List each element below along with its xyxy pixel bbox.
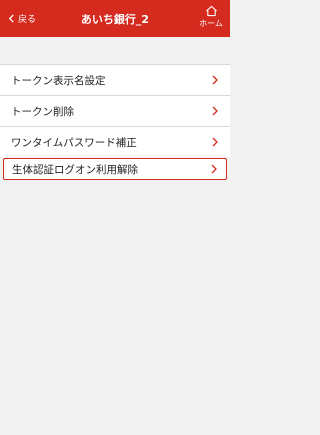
- back-button[interactable]: 戻る: [8, 0, 36, 37]
- home-label: ホーム: [199, 19, 223, 28]
- chevron-right-icon: [211, 164, 217, 174]
- menu-item-biometric-logon-release[interactable]: 生体認証ログオン利用解除: [3, 158, 227, 180]
- chevron-left-icon: [8, 14, 14, 23]
- menu-item-token-display-name[interactable]: トークン表示名設定: [0, 64, 230, 95]
- back-label: 戻る: [18, 15, 37, 25]
- chevron-right-icon: [212, 137, 218, 147]
- chevron-right-icon: [212, 106, 218, 116]
- menu-item-label: 生体認証ログオン利用解除: [12, 163, 138, 176]
- menu-item-label: ワンタイムパスワード補正: [11, 136, 137, 149]
- home-icon: [205, 5, 217, 17]
- menu-item-token-delete[interactable]: トークン削除: [0, 95, 230, 126]
- app-header: 戻る あいち銀行_2 ホーム: [0, 0, 230, 37]
- menu-item-label: トークン表示名設定: [11, 74, 106, 87]
- settings-menu: トークン表示名設定 トークン削除 ワンタイムパスワード補正 生体認証ログオン利用…: [0, 64, 230, 180]
- chevron-right-icon: [212, 75, 218, 85]
- home-button[interactable]: ホーム: [198, 5, 224, 33]
- menu-item-label: トークン削除: [11, 105, 74, 118]
- menu-item-otp-correction[interactable]: ワンタイムパスワード補正: [0, 126, 230, 157]
